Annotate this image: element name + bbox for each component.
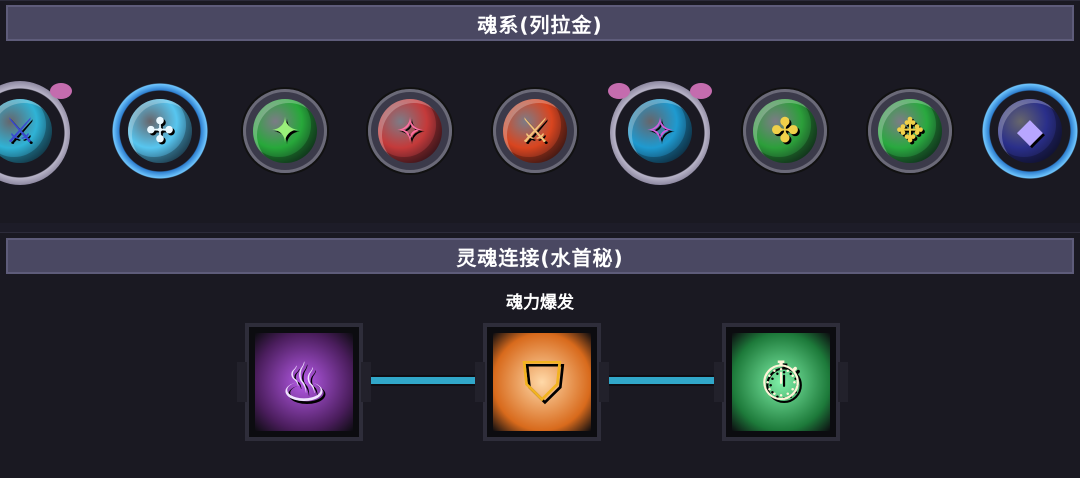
soul-slot-5[interactable]: ⚔ bbox=[485, 81, 585, 191]
soul-slot-4[interactable]: ✧ bbox=[360, 81, 460, 191]
soul-emblem-icon: ✣ bbox=[145, 111, 175, 151]
skill-caption: 魂力爆发 bbox=[506, 293, 574, 313]
horn-ornament-icon bbox=[690, 83, 712, 99]
horn-ornament-icon bbox=[608, 83, 630, 99]
soul-slot-3[interactable]: ✦ bbox=[235, 81, 335, 191]
skill-art-icon: ♨ bbox=[255, 333, 353, 431]
soul-slot-2[interactable]: ✣ bbox=[110, 81, 210, 191]
soul-series-panel: 魂系(列拉金) ⚔ ✣ ✦ ✧ ⚔ ✧ ✤ ✥ ◆ bbox=[0, 0, 1080, 223]
soul-link-title: 灵魂连接(水首秘) bbox=[456, 245, 624, 270]
soul-slot-8[interactable]: ✥ bbox=[860, 81, 960, 191]
soul-slot-7[interactable]: ✤ bbox=[735, 81, 835, 191]
skill-purple-flame[interactable]: ♨ bbox=[237, 323, 371, 441]
soul-slot-9[interactable]: ◆ bbox=[980, 81, 1080, 191]
soul-emblem-icon: ✧ bbox=[645, 111, 675, 151]
skill-emblem-icon: ⛉ bbox=[521, 350, 563, 413]
skill-shield[interactable]: ⛉ bbox=[475, 323, 609, 441]
soul-emblem-icon: ✥ bbox=[895, 111, 925, 151]
soul-emblem-icon: ✤ bbox=[770, 111, 800, 151]
skill-frame-tab-icon bbox=[714, 362, 724, 402]
skill-emblem-icon: ⏱ bbox=[759, 350, 803, 413]
soul-slot-1[interactable]: ⚔ bbox=[0, 81, 72, 191]
soul-emblem-icon: ✦ bbox=[270, 111, 300, 151]
skill-emblem-icon: ♨ bbox=[279, 350, 329, 414]
soul-series-header: 魂系(列拉金) bbox=[6, 5, 1074, 41]
soul-link-header: 灵魂连接(水首秘) bbox=[6, 238, 1074, 274]
skill-stopwatch[interactable]: ⏱ bbox=[714, 323, 848, 441]
soul-emblem-icon: ◆ bbox=[1016, 111, 1044, 151]
horn-ornament-icon bbox=[50, 83, 72, 99]
skill-frame-tab-icon bbox=[475, 362, 485, 402]
soul-emblem-icon: ⚔ bbox=[4, 111, 36, 151]
skill-frame-tab-icon bbox=[599, 362, 609, 402]
skill-connector-2 bbox=[605, 377, 717, 384]
skill-frame-tab-icon bbox=[361, 362, 371, 402]
soul-slot-6[interactable]: ✧ bbox=[608, 81, 712, 191]
skill-art-icon: ⏱ bbox=[732, 333, 830, 431]
soul-icons-row: ⚔ ✣ ✦ ✧ ⚔ ✧ ✤ ✥ ◆ bbox=[0, 81, 1080, 201]
soul-series-title: 魂系(列拉金) bbox=[477, 12, 603, 37]
skill-connector-1 bbox=[365, 377, 477, 384]
soul-emblem-icon: ✧ bbox=[395, 111, 425, 151]
soul-emblem-icon: ⚔ bbox=[519, 111, 551, 151]
game-screen: 魂系(列拉金) ⚔ ✣ ✦ ✧ ⚔ ✧ ✤ ✥ ◆ 灵魂连接(水首秘) 魂力爆发 ♨ ⛉ ⏱ bbox=[0, 0, 1080, 478]
skill-art-icon: ⛉ bbox=[493, 333, 591, 431]
skill-frame-tab-icon bbox=[237, 362, 247, 402]
skill-frame-tab-icon bbox=[838, 362, 848, 402]
